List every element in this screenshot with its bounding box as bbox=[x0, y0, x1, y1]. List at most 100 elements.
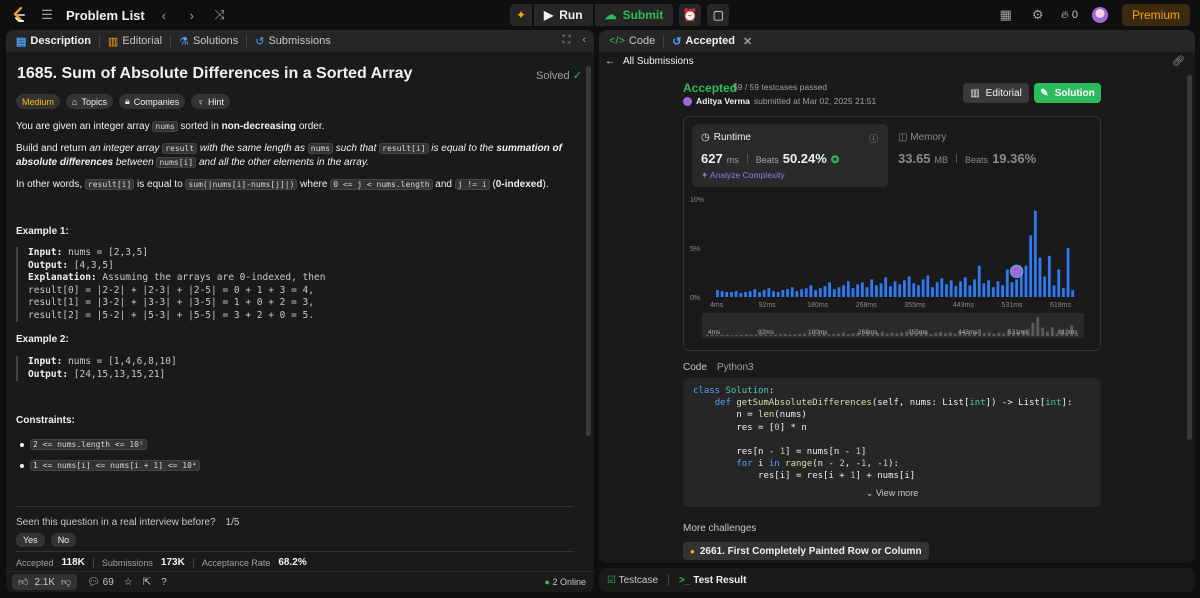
debug-button[interactable]: ✦ bbox=[510, 4, 532, 26]
editorial-button[interactable]: ▥ Editorial bbox=[963, 83, 1029, 103]
runtime-bar[interactable] bbox=[968, 285, 972, 297]
companies-chip[interactable]: 🔒︎ Companies bbox=[118, 94, 186, 109]
runtime-bar[interactable] bbox=[1005, 269, 1009, 297]
runtime-bar[interactable] bbox=[921, 279, 925, 297]
tab-test-result[interactable]: >_ Test Result bbox=[679, 575, 746, 586]
runtime-bar[interactable] bbox=[926, 275, 930, 297]
runtime-card[interactable]: ◷ Runtime ⓘ 627 ms Beats 50.24% ✪ ✦ Analyze… bbox=[692, 124, 888, 187]
close-tab-icon[interactable]: ✕ bbox=[743, 35, 752, 48]
runtime-bar[interactable] bbox=[1010, 282, 1014, 297]
problem-list-icon[interactable]: ☰ bbox=[38, 7, 56, 23]
your-runtime-marker[interactable] bbox=[1009, 264, 1024, 279]
solution-button[interactable]: ✎ Solution bbox=[1034, 83, 1101, 103]
tab-code[interactable]: </> Code bbox=[605, 35, 659, 47]
runtime-bar[interactable] bbox=[1071, 290, 1075, 297]
runtime-bar[interactable] bbox=[991, 287, 995, 297]
runtime-bar[interactable] bbox=[931, 287, 934, 297]
runtime-bar[interactable] bbox=[790, 287, 794, 297]
share-icon[interactable]: ⇱ bbox=[143, 577, 151, 588]
runtime-bar[interactable] bbox=[940, 278, 944, 297]
runtime-bar[interactable] bbox=[907, 276, 911, 297]
collapse-icon[interactable]: ‹ bbox=[582, 34, 586, 47]
runtime-bar[interactable] bbox=[781, 290, 785, 297]
settings-gear-icon[interactable]: ⚙ bbox=[1029, 7, 1047, 23]
shuffle-icon[interactable]: ⤨ bbox=[211, 7, 229, 23]
runtime-bar[interactable] bbox=[860, 282, 864, 297]
runtime-bar[interactable] bbox=[837, 287, 841, 297]
maximize-icon[interactable]: ⛶ bbox=[563, 34, 571, 47]
yes-button[interactable]: Yes bbox=[16, 533, 45, 547]
runtime-bar[interactable] bbox=[1033, 210, 1037, 297]
runtime-bar[interactable] bbox=[1001, 285, 1004, 297]
tab-description[interactable]: ▤ Description bbox=[12, 35, 95, 48]
runtime-bar[interactable] bbox=[912, 283, 916, 297]
problem-list-link[interactable]: Problem List bbox=[66, 8, 145, 23]
runtime-bar[interactable] bbox=[758, 292, 761, 297]
runtime-bar[interactable] bbox=[767, 288, 771, 297]
hint-chip[interactable]: ♀ Hint bbox=[191, 94, 231, 109]
runtime-bar[interactable] bbox=[893, 281, 897, 297]
runtime-bar[interactable] bbox=[996, 281, 1000, 297]
tab-solutions[interactable]: ⚗ Solutions bbox=[175, 35, 242, 48]
runtime-bar[interactable] bbox=[1024, 265, 1028, 297]
all-submissions-link[interactable]: ← All Submissions bbox=[605, 54, 1189, 68]
runtime-bar[interactable] bbox=[856, 284, 860, 297]
runtime-bar[interactable] bbox=[776, 292, 780, 297]
no-button[interactable]: No bbox=[50, 533, 77, 547]
runtime-bar[interactable] bbox=[1015, 279, 1019, 297]
streak-counter[interactable]: 🔥︎ 0 bbox=[1061, 9, 1078, 22]
runtime-bar[interactable] bbox=[823, 286, 827, 297]
view-more-button[interactable]: ⌄ View more bbox=[683, 488, 1101, 499]
tab-submissions[interactable]: ↺ Submissions bbox=[251, 35, 335, 48]
runtime-bar[interactable] bbox=[1043, 276, 1047, 297]
runtime-bar[interactable] bbox=[795, 291, 799, 297]
user-avatar[interactable] bbox=[1091, 7, 1108, 23]
run-button[interactable]: ▶ Run bbox=[534, 4, 593, 26]
runtime-bar[interactable] bbox=[879, 283, 883, 297]
submission-scrollbar[interactable] bbox=[1187, 75, 1192, 440]
runtime-bar[interactable] bbox=[1057, 269, 1061, 297]
runtime-bar[interactable] bbox=[800, 289, 803, 297]
runtime-bar[interactable] bbox=[865, 287, 869, 297]
difficulty-chip[interactable]: Medium bbox=[16, 94, 61, 109]
star-icon[interactable]: ☆ bbox=[124, 577, 133, 588]
next-problem-icon[interactable]: › bbox=[183, 8, 201, 23]
info-icon[interactable]: ⓘ bbox=[869, 132, 878, 145]
runtime-bar[interactable] bbox=[977, 265, 981, 297]
runtime-bar[interactable] bbox=[814, 290, 817, 297]
runtime-bar[interactable] bbox=[884, 277, 888, 297]
topics-chip[interactable]: ⌂ Topics bbox=[66, 94, 113, 109]
runtime-bar[interactable] bbox=[1047, 255, 1051, 297]
runtime-bar[interactable] bbox=[959, 281, 962, 297]
runtime-bar[interactable] bbox=[949, 280, 953, 297]
runtime-bar[interactable] bbox=[982, 283, 986, 297]
runtime-bar[interactable] bbox=[888, 286, 892, 297]
runtime-bar[interactable] bbox=[987, 280, 990, 297]
tab-accepted[interactable]: ↺ Accepted ✕ bbox=[668, 35, 756, 48]
runtime-bar[interactable] bbox=[739, 293, 743, 297]
runtime-bar[interactable] bbox=[945, 284, 948, 297]
link-icon[interactable]: 🔗︎ bbox=[1172, 56, 1185, 67]
runtime-bar[interactable] bbox=[828, 282, 832, 297]
runtime-bar[interactable] bbox=[1052, 285, 1056, 297]
timer-button[interactable]: ⏰ bbox=[679, 4, 702, 26]
tab-testcase[interactable]: ☑ Testcase bbox=[607, 575, 658, 586]
prev-problem-icon[interactable]: ‹ bbox=[155, 8, 173, 23]
runtime-bar[interactable] bbox=[1029, 235, 1033, 297]
thumbs-down-icon[interactable]: 👎︎ bbox=[61, 576, 71, 588]
thumbs-up-icon[interactable]: 👍︎ bbox=[18, 576, 28, 588]
runtime-bar[interactable] bbox=[935, 282, 939, 297]
runtime-bar[interactable] bbox=[753, 289, 757, 297]
analyze-complexity-link[interactable]: ✦ Analyze Complexity bbox=[701, 170, 785, 181]
layout-grid-icon[interactable]: ▦ bbox=[997, 7, 1015, 23]
runtime-bar[interactable] bbox=[734, 291, 738, 297]
runtime-bar[interactable] bbox=[748, 291, 752, 297]
challenge-link[interactable]: ● 2661. First Completely Painted Row or C… bbox=[683, 542, 929, 560]
runtime-bar[interactable] bbox=[954, 286, 958, 297]
tab-editorial[interactable]: ▥ Editorial bbox=[104, 35, 166, 48]
runtime-bar[interactable] bbox=[903, 280, 906, 297]
runtime-bar[interactable] bbox=[832, 289, 836, 297]
description-scrollbar[interactable] bbox=[586, 66, 591, 436]
runtime-bar[interactable] bbox=[744, 292, 747, 297]
runtime-bar[interactable] bbox=[842, 285, 846, 297]
